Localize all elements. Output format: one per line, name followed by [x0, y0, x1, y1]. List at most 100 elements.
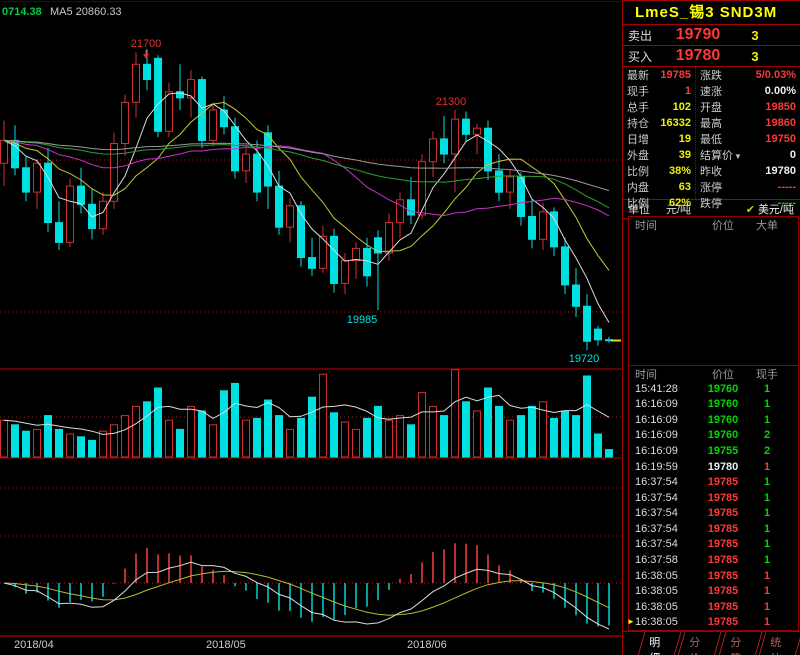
tick-row: 16:37:54197851 [629, 490, 798, 506]
tick-row: 16:37:54197851 [629, 474, 798, 490]
tick-price: 19755 [699, 445, 747, 457]
ask-row[interactable]: 卖出 19790 3 [623, 25, 800, 46]
stat-value: 0.00% [765, 85, 796, 97]
stat-label: 涨停 [700, 179, 778, 195]
trading-app-window: 21700213001998519720 0714.38 MA5 20860.3… [0, 0, 800, 655]
column-header: 价位 [699, 366, 747, 382]
stat-value: 39 [679, 149, 691, 161]
tick-list-header: 时间价位现手 [629, 366, 798, 381]
tick-price: 19785 [699, 492, 747, 504]
tick-row: 16:16:09197552 [629, 443, 798, 459]
tick-time: 15:41:28 [629, 383, 699, 395]
contract-title[interactable]: LmeS_锡3 SND3M [623, 1, 800, 25]
quote-panel: LmeS_锡3 SND3M 卖出 19790 3 买入 19780 3 最新19… [622, 0, 800, 655]
stat-row: 最高19860 [696, 115, 800, 131]
tick-price: 19785 [699, 507, 747, 519]
tick-list[interactable]: 15:41:2819760116:16:0919760116:16:091976… [629, 381, 798, 630]
tick-price: 19760 [699, 429, 747, 441]
price-annotation: 19720 [569, 353, 600, 365]
tick-price: 19785 [699, 538, 747, 550]
stat-value: 16332 [660, 117, 691, 129]
tick-time: 16:37:54 [629, 523, 699, 535]
stat-value: 19785 [660, 69, 691, 81]
stat-value: 19860 [765, 117, 796, 129]
stat-label: 外盘 [627, 147, 679, 163]
tick-qty: 1 [747, 476, 787, 488]
stats-grid: 最新19785现手1总手102持仓16332日增19外盘39比例38%内盘63比… [623, 67, 800, 200]
axis-label: 2018/06 [407, 639, 447, 651]
stat-label: 持仓 [627, 115, 660, 131]
tick-row: 16:37:58197851 [629, 552, 798, 568]
tab-by-trade[interactable]: 分笔 [714, 632, 762, 655]
tab-bar: 明细分价分笔统计 [623, 631, 800, 655]
bid-row[interactable]: 买入 19780 3 [623, 46, 800, 67]
stat-label: 速涨 [700, 83, 765, 99]
tick-qty: 1 [747, 554, 787, 566]
kline-chart[interactable]: 21700213001998519720 [0, 0, 622, 638]
stat-row: 开盘19850 [696, 99, 800, 115]
bid-qty: 3 [730, 49, 780, 64]
tick-time: 16:37:54 [629, 507, 699, 519]
volume-panel[interactable] [0, 370, 622, 458]
stat-row: 现手1 [623, 83, 695, 99]
tick-row: 16:37:54197851 [629, 521, 798, 537]
tab-label: 分价 [690, 634, 707, 655]
dropdown-caret-icon[interactable]: ▼ [734, 152, 742, 161]
tab-label: 分笔 [730, 634, 747, 655]
tick-price: 19760 [699, 414, 747, 426]
stat-value: 19750 [765, 133, 796, 145]
tick-qty: 1 [747, 601, 787, 613]
tick-price: 19760 [699, 383, 747, 395]
stat-label: 比例 [627, 163, 669, 179]
tick-qty: 1 [747, 616, 787, 628]
tick-time: 16:37:54 [629, 476, 699, 488]
stat-value: 5/0.03% [756, 69, 796, 81]
tick-price: 19780 [699, 461, 747, 473]
stat-value: ----- [778, 181, 796, 193]
price-annotation: 19985 [347, 314, 378, 326]
tick-time: 16:38:05 [629, 570, 699, 582]
stat-row: 涨跌5/0.03% [696, 67, 800, 83]
unit-label: 单位 [623, 201, 650, 217]
tick-qty: 1 [747, 570, 787, 582]
stat-label: 最新 [627, 67, 660, 83]
ask-price: 19790 [666, 26, 730, 44]
stat-row: 涨停----- [696, 179, 800, 195]
tick-time: 16:37:54 [629, 492, 699, 504]
stat-row: 外盘39 [623, 147, 695, 163]
tick-time: 16:19:59 [629, 461, 699, 473]
order-lists: 时间价位大单 时间价位现手 15:41:2819760116:16:091976… [628, 216, 799, 631]
tick-price: 19785 [699, 570, 747, 582]
stat-row: 结算价▼0 [696, 147, 800, 163]
stat-row: 最低19750 [696, 131, 800, 147]
stat-value: 102 [673, 101, 691, 113]
tick-time: 16:38:05 [629, 601, 699, 613]
tab-label: 明细 [649, 634, 666, 655]
unit-usd-option[interactable]: ✔美元/吨 [746, 201, 794, 217]
tick-price: 19785 [699, 476, 747, 488]
tab-by-price[interactable]: 分价 [674, 632, 722, 655]
tab-detail[interactable]: 明细 [634, 632, 682, 655]
tick-row: 16:37:54197851 [629, 506, 798, 522]
tick-row: 16:38:05197851 [629, 568, 798, 584]
tick-row: 16:37:54197851 [629, 537, 798, 553]
stat-value: 38% [669, 165, 691, 177]
stat-label: 涨跌 [700, 67, 756, 83]
ma5-value-label: MA5 20860.33 [50, 6, 122, 18]
big-order-header: 时间价位大单 [629, 217, 798, 232]
stat-value: 0 [790, 149, 796, 161]
tick-qty: 1 [747, 585, 787, 597]
unit-cny-option[interactable]: 元/吨 [666, 201, 691, 217]
tick-price: 19785 [699, 585, 747, 597]
stat-row: 比例38% [623, 163, 695, 179]
tick-time: 16:16:09 [629, 398, 699, 410]
stat-row: 日增19 [623, 131, 695, 147]
tick-row: ►16:38:05197851 [629, 614, 798, 630]
tick-row: 16:16:09197602 [629, 428, 798, 444]
ma-value-left: 0714.38 [2, 6, 42, 18]
stat-label: 开盘 [700, 99, 765, 115]
main-chart-panel[interactable]: 21700213001998519720 [0, 2, 622, 370]
macd-panel[interactable] [0, 488, 622, 636]
tick-row: 16:16:09197601 [629, 397, 798, 413]
axis-label: 2018/04 [14, 639, 54, 651]
